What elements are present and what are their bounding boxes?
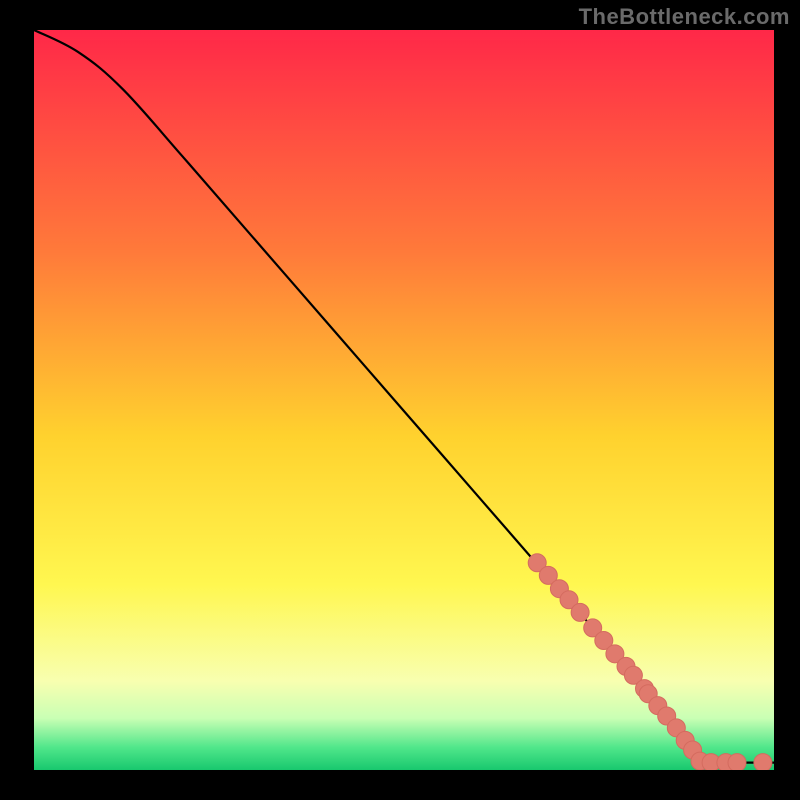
- data-markers: [528, 554, 772, 770]
- data-marker: [728, 754, 746, 770]
- curve-line: [34, 30, 774, 763]
- data-marker: [754, 754, 772, 770]
- plot-area: [34, 30, 774, 770]
- chart-frame: TheBottleneck.com: [0, 0, 800, 800]
- data-marker: [571, 603, 589, 621]
- watermark-text: TheBottleneck.com: [579, 4, 790, 30]
- data-overlay: [34, 30, 774, 770]
